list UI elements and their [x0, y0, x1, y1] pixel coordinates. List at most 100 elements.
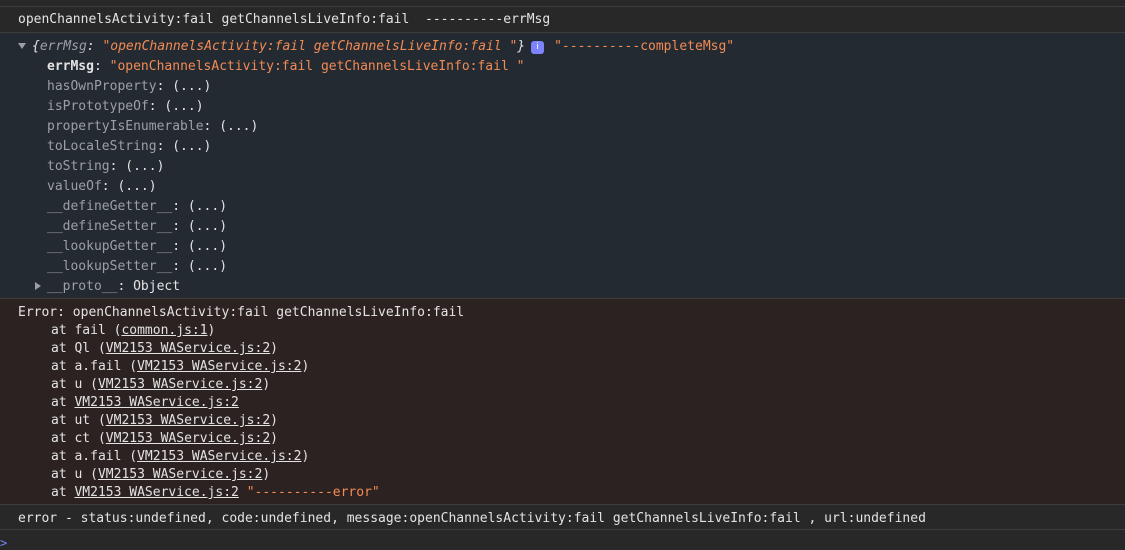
object-property-row: propertyIsEnumerable: (...) [47, 118, 1125, 136]
property-value[interactable]: (...) [172, 79, 211, 94]
expand-triangle-icon[interactable] [18, 43, 26, 49]
property-colon: : [172, 259, 188, 274]
stack-frame-suffix: ) [262, 467, 271, 482]
stack-frame-prefix: at u ( [51, 377, 98, 392]
stack-frame-prefix: at ut ( [51, 413, 106, 428]
property-key: __defineGetter__ [47, 199, 173, 214]
source-link[interactable]: VM2153 WAService.js:2 [137, 449, 301, 464]
stack-frame-prefix: at [51, 395, 75, 410]
proto-value: Object [133, 279, 181, 294]
object-property-row: isPrototypeOf: (...) [47, 98, 1125, 116]
stack-frame: at ct (VM2153 WAService.js:2) [51, 430, 1125, 448]
object-property-row: toLocaleString: (...) [47, 138, 1125, 156]
proto-colon: : [117, 279, 134, 294]
property-value[interactable]: (...) [188, 219, 227, 234]
property-value[interactable]: (...) [188, 199, 227, 214]
complete-msg-string: "----------completeMsg" [554, 39, 735, 54]
property-key: isPrototypeOf [47, 99, 149, 114]
stack-frame-suffix [239, 485, 247, 500]
object-property-row: __lookupSetter__: (...) [47, 258, 1125, 276]
property-colon: : [172, 219, 188, 234]
stack-frame-suffix: ) [270, 341, 278, 356]
property-key: hasOwnProperty [47, 79, 157, 94]
stack-frame-suffix: ) [270, 413, 278, 428]
stack-frame-prefix: at fail ( [51, 323, 122, 338]
error-title: Error: openChannelsActivity:fail getChan… [18, 305, 465, 320]
stack-frame-suffix: ) [207, 323, 216, 338]
stack-frame: at fail (common.js:1) [51, 322, 1125, 340]
stack-frame: at a.fail (VM2153 WAService.js:2) [51, 448, 1125, 466]
object-property-row: hasOwnProperty: (...) [47, 78, 1125, 96]
property-colon: : [156, 139, 173, 154]
property-colon: : [101, 179, 118, 194]
property-key: toLocaleString [47, 139, 157, 154]
property-key: __defineSetter__ [47, 219, 173, 234]
source-link[interactable]: common.js:1 [121, 323, 207, 338]
property-key: toString [47, 159, 110, 174]
object-property-row: errMsg: "openChannelsActivity:fail getCh… [47, 58, 1125, 76]
source-link[interactable]: VM2153 WAService.js:2 [98, 467, 262, 482]
summary-key: errMsg [39, 39, 87, 54]
object-property-row: __defineSetter__: (...) [47, 218, 1125, 236]
object-brace-close: } [517, 39, 526, 54]
summary-colon: : [86, 39, 103, 54]
object-brace-open: { [32, 39, 40, 54]
property-key: __lookupGetter__ [47, 239, 173, 254]
stack-frame: at a.fail (VM2153 WAService.js:2) [51, 358, 1125, 376]
property-key: valueOf [47, 179, 102, 194]
proto-key: __proto__ [47, 279, 118, 294]
stack-frame-suffix: ) [301, 449, 310, 464]
stack-frame-prefix: at [51, 485, 75, 500]
stack-frame-prefix: at a.fail ( [51, 449, 138, 464]
object-property-row: __lookupGetter__: (...) [47, 238, 1125, 256]
stack-frame-suffix: ) [270, 431, 278, 446]
console-message-errmsg: openChannelsActivity:fail getChannelsLiv… [18, 12, 551, 27]
stack-frame-prefix: at Ql ( [51, 341, 106, 356]
stack-frame-prefix: at u ( [51, 467, 98, 482]
stack-frame: at u (VM2153 WAService.js:2) [51, 466, 1125, 484]
chevron-right-icon[interactable]: > [0, 536, 7, 550]
stack-frame-prefix: at a.fail ( [51, 359, 138, 374]
property-colon: : [172, 199, 188, 214]
stack-frame: at VM2153 WAService.js:2 [51, 394, 1125, 412]
console-message-status: error - status:undefined, code:undefined… [18, 511, 926, 526]
object-summary[interactable]: {errMsg: "openChannelsActivity:fail getC… [18, 38, 1125, 56]
object-property-row: valueOf: (...) [47, 178, 1125, 196]
stack-frame: at Ql (VM2153 WAService.js:2) [51, 340, 1125, 358]
stack-frame-prefix: at ct ( [51, 431, 106, 446]
property-colon: : [148, 99, 165, 114]
property-colon: : [93, 59, 110, 74]
property-value[interactable]: (...) [164, 99, 203, 114]
stack-frame: at u (VM2153 WAService.js:2) [51, 376, 1125, 394]
source-link[interactable]: VM2153 WAService.js:2 [106, 413, 270, 428]
property-value[interactable]: (...) [117, 179, 156, 194]
error-trailing-string: "----------error" [246, 485, 380, 500]
property-value[interactable]: (...) [219, 119, 258, 134]
source-link[interactable]: VM2153 WAService.js:2 [106, 431, 270, 446]
proto-row[interactable]: __proto__: Object [35, 278, 1125, 296]
property-colon: : [172, 239, 188, 254]
property-value[interactable]: (...) [188, 239, 227, 254]
property-colon: : [109, 159, 126, 174]
source-link[interactable]: VM2153 WAService.js:2 [137, 359, 301, 374]
property-colon: : [203, 119, 220, 134]
property-key: errMsg [47, 59, 94, 74]
info-icon[interactable]: i [531, 41, 545, 54]
source-link[interactable]: VM2153 WAService.js:2 [106, 341, 270, 356]
collapse-triangle-icon[interactable] [35, 282, 41, 290]
source-link[interactable]: VM2153 WAService.js:2 [74, 395, 238, 410]
property-colon: : [156, 79, 173, 94]
source-link[interactable]: VM2153 WAService.js:2 [98, 377, 262, 392]
property-key: __lookupSetter__ [47, 259, 173, 274]
property-value[interactable]: (...) [172, 139, 211, 154]
property-value[interactable]: (...) [188, 259, 227, 274]
object-property-row: __defineGetter__: (...) [47, 198, 1125, 216]
property-value[interactable]: (...) [125, 159, 164, 174]
property-key: propertyIsEnumerable [47, 119, 204, 134]
stack-frame-suffix: ) [262, 377, 271, 392]
summary-value: "openChannelsActivity:fail getChannelsLi… [102, 39, 518, 54]
stack-frame: at VM2153 WAService.js:2 "----------erro… [51, 484, 1125, 502]
property-value: "openChannelsActivity:fail getChannelsLi… [109, 59, 525, 74]
stack-frame: at ut (VM2153 WAService.js:2) [51, 412, 1125, 430]
source-link[interactable]: VM2153 WAService.js:2 [74, 485, 238, 500]
